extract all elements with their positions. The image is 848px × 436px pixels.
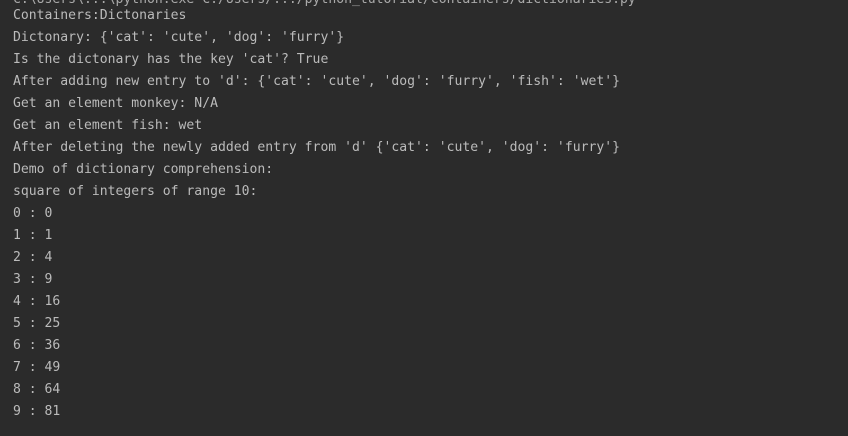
console-line-9: square of integers of range 10: [13, 184, 258, 199]
console-line-18: 8 : 64 [13, 382, 61, 397]
console-line-7: After deleting the newly added entry fro… [13, 140, 620, 155]
console-line-2: Dictonary: {'cat': 'cute', 'dog': 'furry… [13, 30, 345, 45]
console-line-14: 4 : 16 [13, 294, 61, 309]
console-line-15: 5 : 25 [13, 316, 61, 331]
console-line-17: 7 : 49 [13, 360, 61, 375]
console-output[interactable]: C:\Users\...\python.exe C:/Users/.../pyt… [0, 0, 848, 436]
console-line-10: 0 : 0 [13, 206, 53, 221]
console-line-12: 2 : 4 [13, 250, 53, 265]
console-line-19: 9 : 81 [13, 404, 61, 419]
console-line-13: 3 : 9 [13, 272, 53, 287]
console-line-1: Containers:Dictonaries [13, 8, 187, 23]
console-line-16: 6 : 36 [13, 338, 61, 353]
console-line-4: After adding new entry to 'd': {'cat': '… [13, 74, 620, 89]
console-line-3: Is the dictonary has the key 'cat'? True [13, 52, 329, 67]
console-line-5: Get an element monkey: N/A [13, 96, 218, 111]
console-line-8: Demo of dictionary comprehension: [13, 162, 274, 177]
console-line-6: Get an element fish: wet [13, 118, 203, 133]
console-line-11: 1 : 1 [13, 228, 53, 243]
